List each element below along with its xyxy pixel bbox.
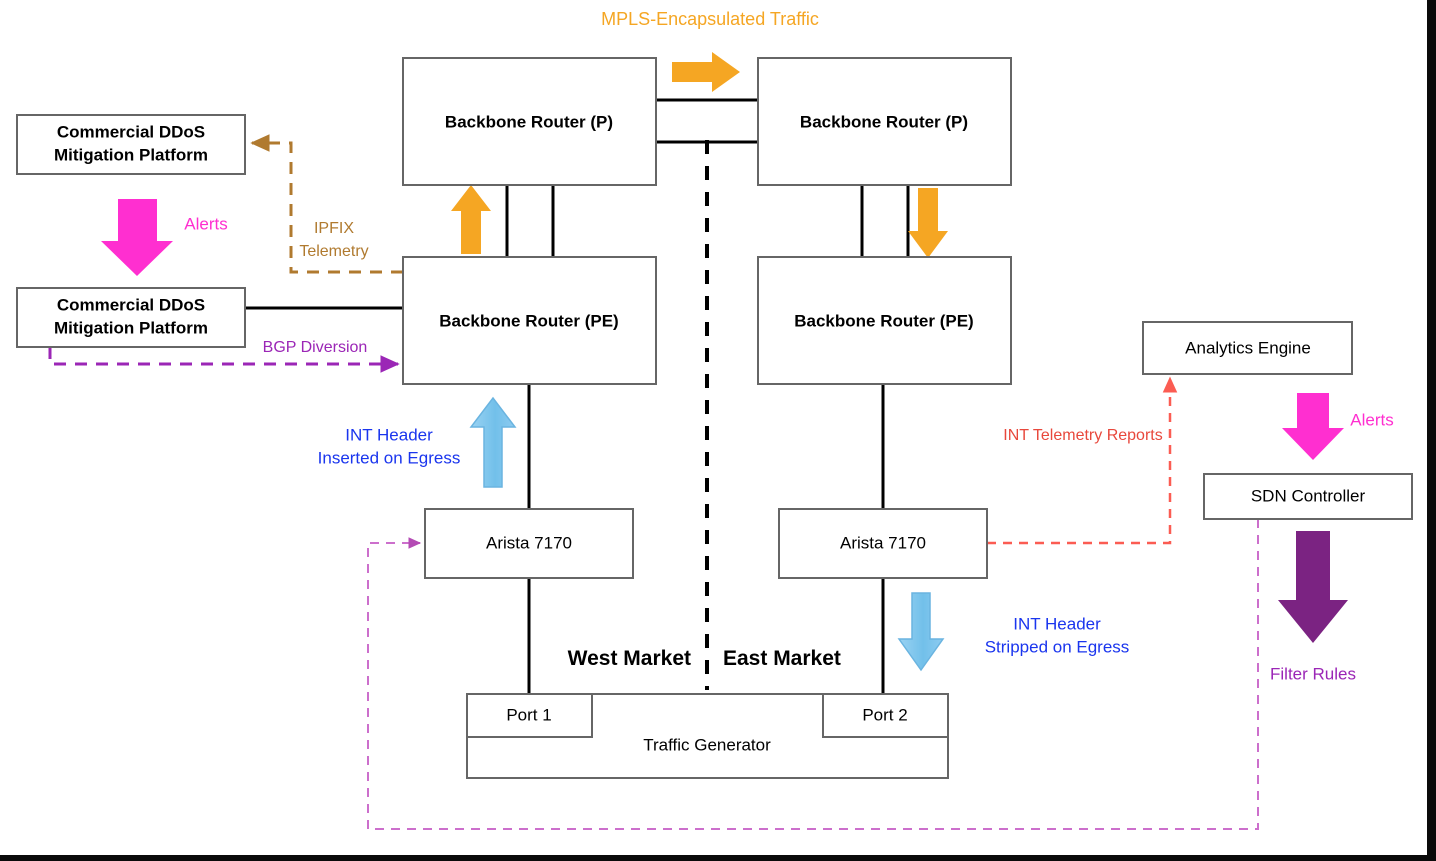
arista-7170-west-label: Arista 7170 <box>486 533 572 552</box>
node-backbone-router-p-east[interactable]: Backbone Router (P) <box>757 57 1012 186</box>
frame-bar-bottom <box>0 855 1436 861</box>
traffic-generator-label: Traffic Generator <box>643 735 771 754</box>
int-telemetry-reports-label: INT Telemetry Reports <box>1003 427 1162 444</box>
east-market-label: East Market <box>723 647 841 670</box>
int-inserted-label-line2: Inserted on Egress <box>318 448 461 467</box>
backbone-router-p-east-label: Backbone Router (P) <box>800 112 968 131</box>
ddos-platform-bottom-label-line1: Commercial DDoS <box>57 295 205 314</box>
alerts-left-label: Alerts <box>184 214 227 233</box>
backbone-router-pe-east-label: Backbone Router (PE) <box>794 311 973 330</box>
node-traffic-generator[interactable]: Traffic Generator Port 1 Port 2 <box>466 693 949 779</box>
ipfix-label-line2: Telemetry <box>299 243 368 260</box>
frame-bar-right <box>1427 0 1436 861</box>
backbone-router-p-west-label: Backbone Router (P) <box>445 112 613 131</box>
arista-7170-east-label: Arista 7170 <box>840 533 926 552</box>
sdn-controller-label: SDN Controller <box>1251 486 1366 505</box>
node-ddos-platform-bottom[interactable]: Commercial DDoS Mitigation Platform <box>16 287 246 348</box>
network-topology-diagram: MPLS-Encapsulated Traffic Commercial DDo… <box>0 0 1436 861</box>
node-arista-7170-east[interactable]: Arista 7170 <box>778 508 988 579</box>
int-stripped-label-line1: INT Header <box>1013 614 1101 633</box>
port1-label: Port 1 <box>506 705 551 724</box>
ddos-platform-top-label-line2: Mitigation Platform <box>54 145 208 164</box>
bgp-diversion-label: BGP Diversion <box>263 339 368 356</box>
alerts-right-label: Alerts <box>1350 410 1393 429</box>
node-backbone-router-pe-east[interactable]: Backbone Router (PE) <box>757 256 1012 385</box>
ipfix-label-line1: IPFIX <box>314 220 354 237</box>
filter-rules-label: Filter Rules <box>1270 664 1356 683</box>
ddos-platform-top-label-line1: Commercial DDoS <box>57 122 205 141</box>
node-arista-7170-west[interactable]: Arista 7170 <box>424 508 634 579</box>
analytics-engine-label: Analytics Engine <box>1185 338 1311 357</box>
node-backbone-router-p-west[interactable]: Backbone Router (P) <box>402 57 657 186</box>
node-ddos-platform-top[interactable]: Commercial DDoS Mitigation Platform <box>16 114 246 175</box>
node-sdn-controller[interactable]: SDN Controller <box>1203 473 1413 520</box>
int-inserted-label-line1: INT Header <box>345 425 433 444</box>
port2-label: Port 2 <box>862 705 907 724</box>
backbone-router-pe-west-label: Backbone Router (PE) <box>439 311 618 330</box>
west-market-label: West Market <box>568 647 691 670</box>
node-backbone-router-pe-west[interactable]: Backbone Router (PE) <box>402 256 657 385</box>
node-analytics-engine[interactable]: Analytics Engine <box>1142 321 1353 375</box>
ddos-platform-bottom-label-line2: Mitigation Platform <box>54 318 208 337</box>
int-stripped-label-line2: Stripped on Egress <box>985 637 1130 656</box>
mpls-traffic-label: MPLS-Encapsulated Traffic <box>601 9 819 29</box>
diagram-canvas: MPLS-Encapsulated Traffic Commercial DDo… <box>0 0 1436 861</box>
